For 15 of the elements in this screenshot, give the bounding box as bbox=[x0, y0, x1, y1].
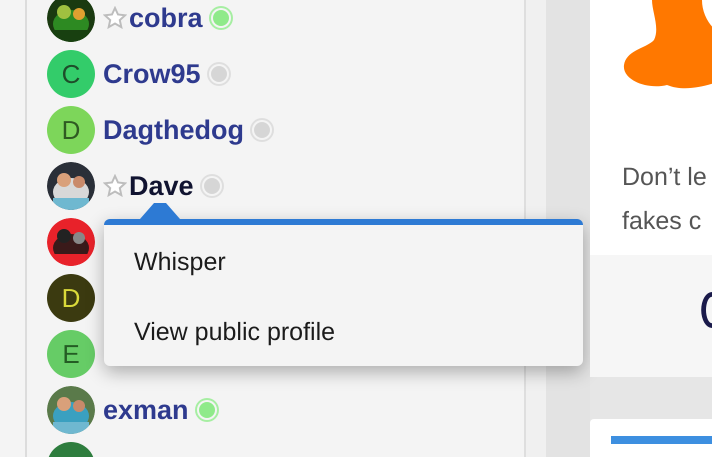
avatar-letter: D bbox=[62, 114, 80, 146]
avatar-letter: C bbox=[62, 58, 80, 90]
menu-item[interactable]: Whisper bbox=[134, 247, 553, 277]
user-name[interactable]: Dagthedog bbox=[103, 114, 244, 146]
avatar-letter: E bbox=[62, 338, 80, 370]
star-icon[interactable] bbox=[103, 6, 127, 30]
user-name[interactable]: Dave bbox=[129, 170, 194, 202]
user-name[interactable]: Crow95 bbox=[103, 58, 201, 90]
user-name[interactable]: exman bbox=[103, 394, 189, 426]
avatar-letter: D bbox=[62, 282, 80, 314]
user-name[interactable]: cobra bbox=[129, 2, 203, 34]
promo-text: fakes c bbox=[622, 206, 702, 237]
menu-item[interactable]: View public profile bbox=[134, 317, 553, 347]
star-icon[interactable] bbox=[103, 174, 127, 198]
promo-text: Don’t le bbox=[622, 162, 707, 193]
